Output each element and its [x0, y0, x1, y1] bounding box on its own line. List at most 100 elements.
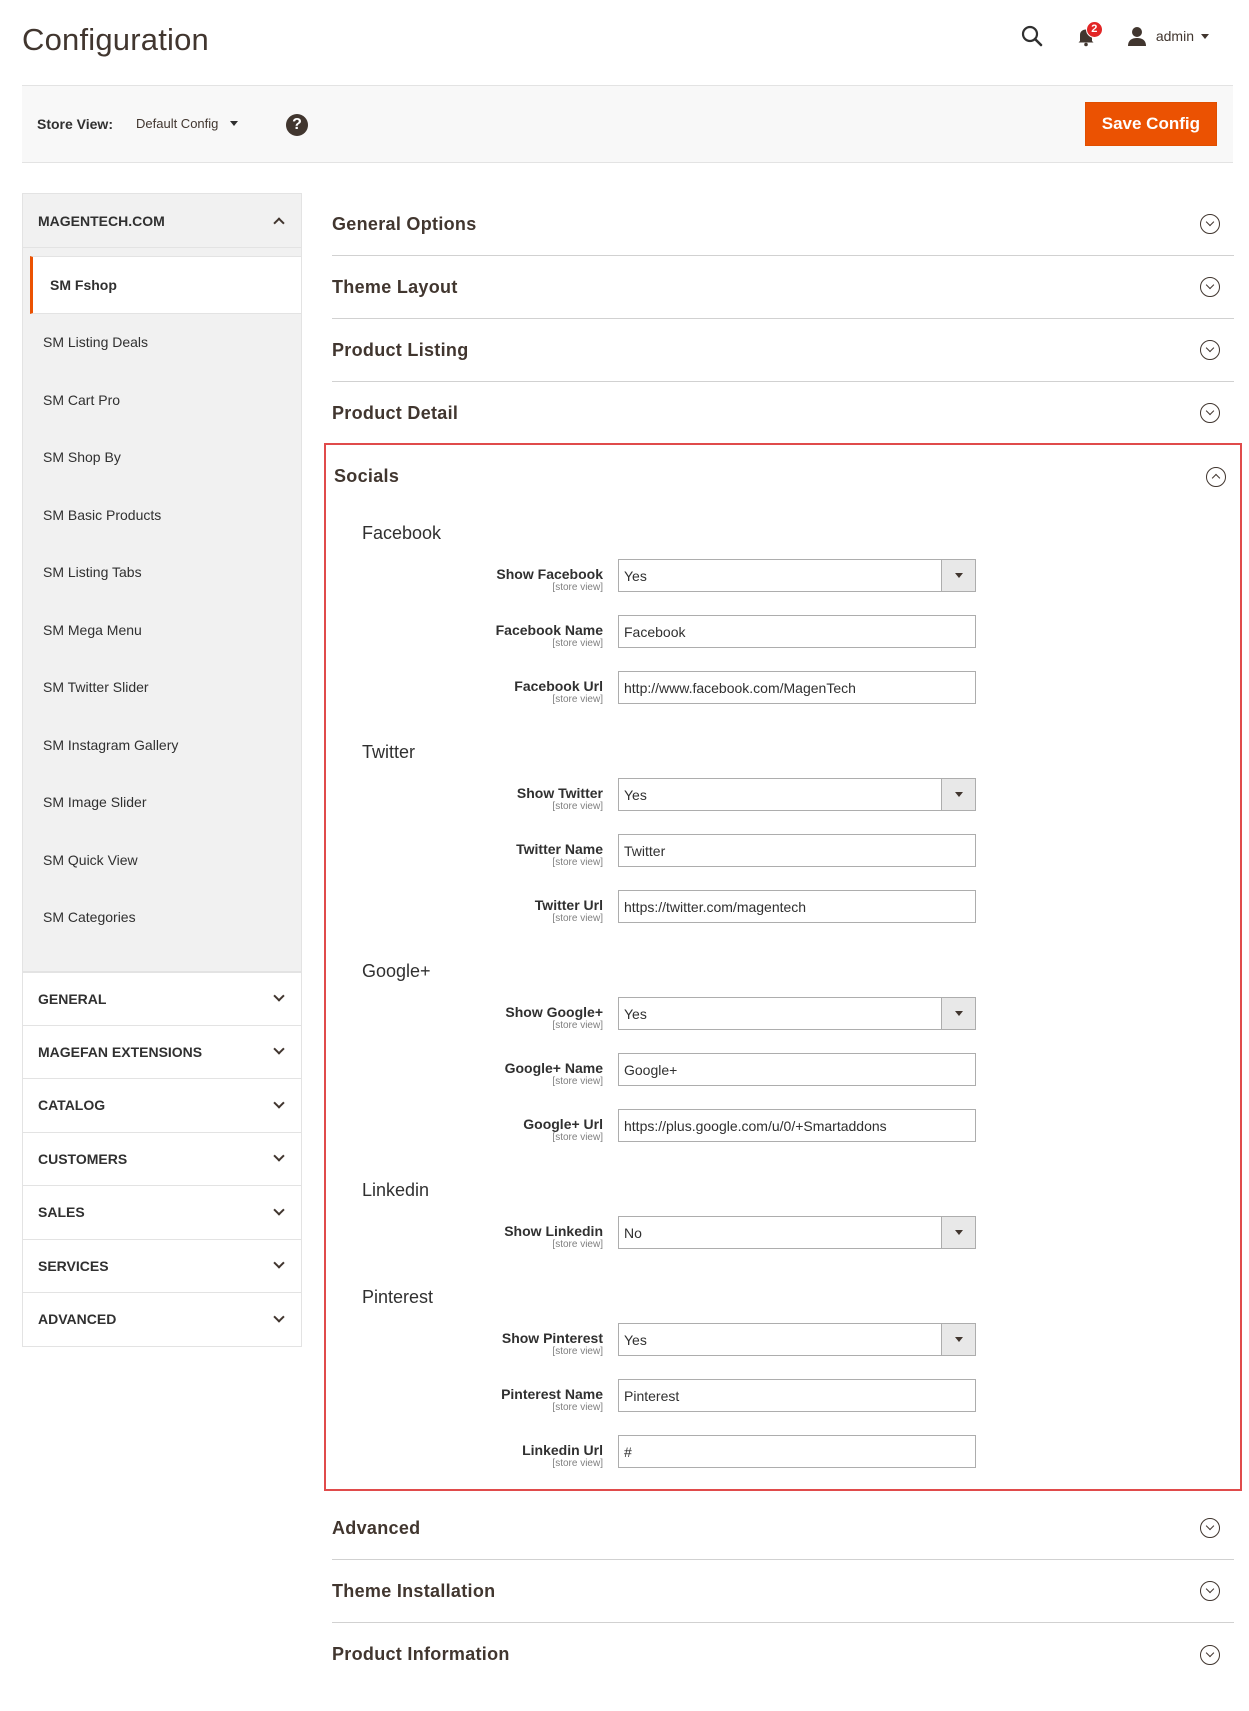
show-twitter-select[interactable]: Yes — [618, 778, 976, 811]
field-row: Linkedin Url [store view] # — [334, 1435, 1240, 1475]
sidebar-group-advanced[interactable]: ADVANCED — [22, 1293, 302, 1347]
sidebar-item-sm-shop-by[interactable]: SM Shop By — [23, 429, 301, 487]
section-title: Product Listing — [332, 339, 469, 360]
field-row: Show Google+ [store view] Yes — [334, 997, 1240, 1053]
field-row: Facebook Name [store view] Facebook — [334, 615, 1240, 671]
sidebar-group-label: CATALOG — [38, 1097, 106, 1114]
field-label: Google+ Name — [504, 1060, 603, 1076]
sidebar-item-sm-twitter-slider[interactable]: SM Twitter Slider — [23, 659, 301, 717]
field-row: Google+ Name [store view] Google+ — [334, 1053, 1240, 1109]
section-product-information[interactable]: Product Information — [332, 1623, 1234, 1686]
admin-user-name: admin — [1155, 28, 1194, 44]
chevron-down-icon — [230, 121, 239, 126]
section-general-options[interactable]: General Options — [332, 193, 1234, 256]
section-advanced[interactable]: Advanced — [332, 1497, 1234, 1560]
field-row: Facebook Url [store view] http://www.face… — [334, 671, 1240, 727]
show-facebook-select[interactable]: Yes — [618, 559, 976, 592]
show-linkedin-select[interactable]: No — [618, 1216, 976, 1249]
config-main: General Options Theme Layout Product Lis… — [324, 193, 1242, 1686]
sidebar-items: SM Fshop SM Listing Deals SM Cart Pro SM… — [23, 248, 301, 971]
field-label: Linkedin Url — [522, 1442, 603, 1458]
sidebar-item-sm-categories[interactable]: SM Categories — [23, 889, 301, 947]
scope-label: [store view] — [552, 1132, 603, 1143]
google-plus-name-input[interactable]: Google+ — [618, 1053, 976, 1086]
section-title: Theme Layout — [332, 276, 458, 297]
sidebar-item-sm-listing-deals[interactable]: SM Listing Deals — [23, 314, 301, 372]
show-pinterest-select[interactable]: Yes — [618, 1323, 976, 1356]
twitter-name-input[interactable]: Twitter — [618, 834, 976, 867]
section-title: Socials — [334, 466, 400, 486]
store-view-switcher[interactable]: Default Config — [136, 116, 239, 131]
sidebar-group-magefan-extensions[interactable]: MAGEFAN EXTENSIONS — [22, 1025, 302, 1079]
group-title-google-plus: Google+ — [362, 961, 431, 981]
field-row: Show Twitter [store view] Yes — [334, 778, 1240, 834]
save-config-button[interactable]: Save Config — [1084, 102, 1217, 146]
sidebar-group-customers[interactable]: CUSTOMERS — [22, 1132, 302, 1186]
expand-circle-icon — [1200, 1518, 1220, 1538]
search-icon[interactable] — [1020, 24, 1044, 48]
facebook-name-input[interactable]: Facebook — [618, 615, 976, 648]
section-theme-installation[interactable]: Theme Installation — [332, 1560, 1234, 1623]
chevron-down-icon — [273, 1257, 285, 1269]
chevron-down-icon — [273, 1311, 285, 1323]
sidebar-item-sm-image-slider[interactable]: SM Image Slider — [23, 774, 301, 832]
select-value: Yes — [624, 567, 647, 584]
field-label: Show Google+ — [505, 1004, 603, 1020]
section-title: General Options — [332, 213, 477, 234]
chevron-down-icon — [273, 1097, 285, 1109]
sidebar-group-sales[interactable]: SALES — [22, 1186, 302, 1240]
sidebar-group-catalog[interactable]: CATALOG — [22, 1079, 302, 1133]
facebook-url-input[interactable]: http://www.facebook.com/MagenTech — [618, 671, 976, 704]
page-title: Configuration — [22, 22, 209, 57]
section-product-detail[interactable]: Product Detail — [332, 382, 1234, 445]
sidebar-item-sm-instagram-gallery[interactable]: SM Instagram Gallery — [23, 716, 301, 774]
sidebar-item-sm-basic-products[interactable]: SM Basic Products — [23, 486, 301, 544]
pinterest-name-input[interactable]: Pinterest — [618, 1379, 976, 1412]
section-title: Product Information — [332, 1644, 510, 1664]
google-plus-url-input[interactable]: https://plus.google.com/u/0/+Smartaddons — [618, 1109, 976, 1142]
sidebar-item-sm-listing-tabs[interactable]: SM Listing Tabs — [23, 544, 301, 602]
dropdown-arrow-icon — [941, 1324, 975, 1355]
section-socials-expanded: Socials Facebook Show Facebook [store vie… — [324, 443, 1242, 1491]
scope-label: [store view] — [552, 1076, 603, 1087]
admin-user-menu[interactable]: admin — [1126, 25, 1209, 47]
sidebar-item-sm-mega-menu[interactable]: SM Mega Menu — [23, 601, 301, 659]
section-product-listing[interactable]: Product Listing — [332, 319, 1234, 382]
show-google-plus-select[interactable]: Yes — [618, 997, 976, 1030]
notifications-bell-icon[interactable]: 2 — [1074, 21, 1103, 48]
store-view-bar: Store View: Default Config ? Save Config — [22, 85, 1233, 163]
sidebar-group-services[interactable]: SERVICES — [22, 1239, 302, 1293]
sidebar-item-sm-fshop[interactable]: SM Fshop — [30, 256, 301, 314]
twitter-url-input[interactable]: https://twitter.com/magentech — [618, 890, 976, 923]
sidebar-group-label: MAGEFAN EXTENSIONS — [38, 1043, 203, 1060]
section-theme-layout[interactable]: Theme Layout — [332, 256, 1234, 319]
section-socials[interactable]: Socials — [334, 445, 1240, 508]
group-title-pinterest: Pinterest — [362, 1287, 434, 1307]
field-row: Show Linkedin [store view] No — [334, 1216, 1240, 1272]
expand-circle-icon — [1200, 403, 1220, 423]
sidebar-item-sm-cart-pro[interactable]: SM Cart Pro — [23, 371, 301, 429]
section-title: Advanced — [332, 1517, 421, 1538]
select-value: No — [624, 1224, 642, 1241]
pinterest-linkedin-url-input[interactable]: # — [618, 1435, 976, 1468]
dropdown-arrow-icon — [941, 560, 975, 591]
chevron-down-icon — [1201, 33, 1209, 39]
chevron-down-icon — [273, 1204, 285, 1216]
chevron-up-icon — [273, 217, 285, 229]
field-row: Twitter Url [store view] https://twitter.… — [334, 890, 1240, 946]
group-title-twitter: Twitter — [362, 742, 416, 762]
scope-label: [store view] — [552, 857, 603, 868]
sidebar-section-magentech[interactable]: MAGENTECH.COM — [23, 194, 301, 248]
field-label: Twitter Name — [516, 841, 603, 857]
group-title-linkedin: Linkedin — [362, 1180, 430, 1200]
sidebar-item-sm-quick-view[interactable]: SM Quick View — [23, 831, 301, 889]
field-label: Twitter Url — [534, 897, 603, 913]
expand-circle-icon — [1200, 277, 1220, 297]
field-label: Show Twitter — [516, 785, 603, 801]
scope-label: [store view] — [552, 1239, 603, 1250]
help-icon[interactable]: ? — [286, 114, 308, 136]
sidebar-group-general[interactable]: GENERAL — [22, 972, 302, 1026]
scope-label: [store view] — [552, 801, 603, 812]
field-label: Pinterest Name — [501, 1386, 603, 1402]
chevron-down-icon — [273, 990, 285, 1002]
